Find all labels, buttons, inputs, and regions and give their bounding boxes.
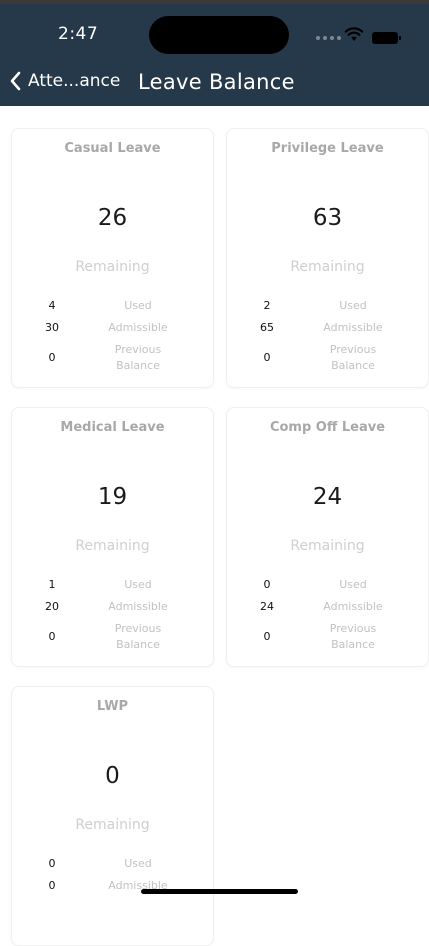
remaining-count: 19 xyxy=(97,484,128,510)
page-title: Leave Balance xyxy=(138,70,295,94)
card-title: Privilege Leave xyxy=(271,141,384,156)
leave-card-medical: Medical Leave 19 Remaining 1 Used 20 Adm… xyxy=(11,407,214,667)
remaining-count: 0 xyxy=(105,763,120,789)
previous-balance-value: 0 xyxy=(48,351,56,364)
leave-card-lwp: LWP 0 Remaining 0 Used 0 Admissible xyxy=(11,686,214,946)
used-value: 4 xyxy=(48,299,56,312)
remaining-count: 26 xyxy=(97,205,128,231)
remaining-label: Remaining xyxy=(75,259,150,275)
card-title: Medical Leave xyxy=(60,420,165,435)
previous-balance-label-line2: Balance xyxy=(116,359,160,372)
dynamic-island xyxy=(149,16,289,54)
admissible-value: 65 xyxy=(260,321,274,334)
admissible-label: Admissible xyxy=(108,600,168,613)
remaining-label: Remaining xyxy=(290,259,365,275)
used-value: 1 xyxy=(48,578,56,591)
back-button[interactable]: Atte...ance xyxy=(8,70,120,92)
used-label: Used xyxy=(124,578,152,591)
previous-balance-label-line2: Balance xyxy=(116,638,160,651)
remaining-label: Remaining xyxy=(290,538,365,554)
previous-balance-value: 0 xyxy=(263,630,271,643)
admissible-label: Admissible xyxy=(108,321,168,334)
admissible-value: 0 xyxy=(48,879,56,892)
admissible-label: Admissible xyxy=(323,600,383,613)
used-value: 0 xyxy=(263,578,271,591)
status-time: 2:47 xyxy=(58,24,99,44)
used-value: 0 xyxy=(48,857,56,870)
used-label: Used xyxy=(124,299,152,312)
previous-balance-label-line2: Balance xyxy=(331,359,375,372)
admissible-value: 24 xyxy=(260,600,274,613)
card-title: Casual Leave xyxy=(64,141,161,156)
admissible-value: 30 xyxy=(45,321,59,334)
remaining-label: Remaining xyxy=(75,538,150,554)
remaining-count: 63 xyxy=(312,205,343,231)
leave-card-privilege: Privilege Leave 63 Remaining 2 Used 65 A… xyxy=(226,128,429,388)
previous-balance-label-line1: Previous xyxy=(114,622,162,635)
used-value: 2 xyxy=(263,299,271,312)
used-label: Used xyxy=(339,578,367,591)
used-label: Used xyxy=(124,857,152,870)
app-header: 2:47 Atte...ance Leave Balance xyxy=(0,4,429,106)
previous-balance-value: 0 xyxy=(263,351,271,364)
previous-balance-value: 0 xyxy=(48,630,56,643)
remaining-count: 24 xyxy=(312,484,343,510)
home-indicator[interactable] xyxy=(141,889,298,894)
back-label: Atte...ance xyxy=(28,71,121,91)
admissible-value: 20 xyxy=(45,600,59,613)
previous-balance-label-line2: Balance xyxy=(331,638,375,651)
leave-card-comp-off: Comp Off Leave 24 Remaining 0 Used 24 Ad… xyxy=(226,407,429,667)
wifi-icon xyxy=(344,27,364,41)
previous-balance-label-line1: Previous xyxy=(329,622,377,635)
leave-card-casual: Casual Leave 26 Remaining 4 Used 30 Admi… xyxy=(11,128,214,388)
used-label: Used xyxy=(339,299,367,312)
admissible-label: Admissible xyxy=(323,321,383,334)
card-title: Comp Off Leave xyxy=(269,420,386,435)
previous-balance-label-line1: Previous xyxy=(329,343,377,356)
previous-balance-label-line1: Previous xyxy=(114,343,162,356)
cellular-signal-icon xyxy=(316,36,341,40)
chevron-left-icon xyxy=(10,71,21,91)
card-title: LWP xyxy=(96,699,129,714)
remaining-label: Remaining xyxy=(75,817,150,833)
battery-icon xyxy=(372,32,401,44)
